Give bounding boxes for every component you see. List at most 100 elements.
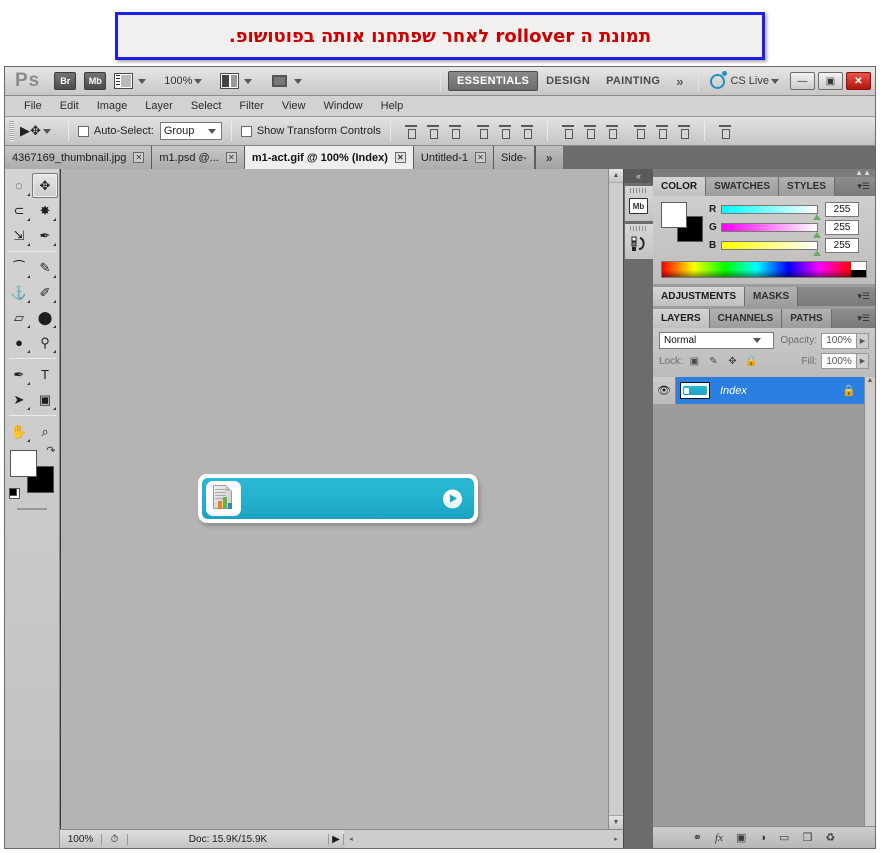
distribute-left-edges-icon[interactable]: [632, 123, 648, 139]
cs-live-button[interactable]: CS Live: [710, 70, 787, 89]
hand-tool[interactable]: ✋: [6, 419, 32, 444]
lock-image-pixels-icon[interactable]: ✎: [706, 354, 721, 369]
show-transform-controls-checkbox[interactable]: [240, 125, 252, 137]
magic-wand-tool[interactable]: ✸: [32, 198, 58, 223]
dock-grip[interactable]: [629, 188, 648, 193]
tab-color[interactable]: COLOR: [653, 177, 707, 196]
menu-edit[interactable]: Edit: [51, 100, 88, 112]
new-layer-icon[interactable]: ❐: [802, 831, 812, 844]
lock-transparent-pixels-icon[interactable]: ▣: [687, 354, 702, 369]
tab-styles[interactable]: STYLES: [779, 177, 835, 196]
marquee-tool[interactable]: ◌: [6, 173, 32, 198]
red-value[interactable]: 255: [825, 202, 859, 217]
opacity-value[interactable]: 100%: [821, 332, 857, 349]
clone-stamp-tool[interactable]: ⚓: [6, 280, 32, 305]
tab-layers[interactable]: LAYERS: [653, 309, 710, 328]
panel-dock-grip[interactable]: ▲▲: [653, 169, 875, 177]
view-extras-group[interactable]: [114, 73, 154, 89]
fill-stepper[interactable]: ▶: [857, 353, 869, 369]
red-slider[interactable]: [721, 205, 821, 220]
eraser-tool[interactable]: ▱: [6, 305, 32, 330]
scroll-left-arrow-icon[interactable]: ◂: [344, 835, 358, 843]
panel-menu-icon[interactable]: ▾☰: [852, 287, 875, 306]
distribute-top-edges-icon[interactable]: [560, 123, 576, 139]
canvas-vertical-scrollbar[interactable]: ▲ ▼: [608, 169, 623, 829]
type-tool[interactable]: T: [32, 362, 58, 387]
document-tab-overflow-icon[interactable]: »: [534, 146, 563, 169]
layer-style-icon[interactable]: fx: [715, 832, 723, 844]
tab-masks[interactable]: MASKS: [745, 287, 799, 306]
close-icon[interactable]: ✕: [225, 152, 237, 163]
menu-file[interactable]: File: [15, 100, 51, 112]
document-tab-m1-psd[interactable]: m1.psd @... ✕: [152, 146, 245, 169]
menu-select[interactable]: Select: [182, 100, 231, 112]
chevron-down-icon[interactable]: [244, 78, 253, 84]
scroll-track[interactable]: [609, 183, 623, 815]
distribute-vertical-centers-icon[interactable]: [582, 123, 598, 139]
collapse-dock-icon[interactable]: «: [624, 169, 653, 183]
options-bar-grip[interactable]: [9, 121, 14, 141]
canvas-horizontal-scrollbar[interactable]: ◂ ▸: [344, 830, 623, 848]
panel-foreground-color-swatch[interactable]: [661, 202, 687, 228]
document-tab-m1-act-gif[interactable]: m1-act.gif @ 100% (Index) ✕: [244, 146, 414, 169]
blend-mode-dropdown[interactable]: Normal: [659, 332, 775, 349]
green-value[interactable]: 255: [825, 220, 859, 235]
auto-align-layers-icon[interactable]: [717, 123, 733, 139]
chevron-down-icon[interactable]: [138, 78, 147, 84]
align-horizontal-centers-icon[interactable]: [497, 123, 513, 139]
auto-select-target-dropdown[interactable]: Group: [159, 122, 222, 140]
menu-view[interactable]: View: [273, 100, 315, 112]
move-tool-icon[interactable]: ▶✥: [20, 123, 59, 139]
swap-colors-icon[interactable]: ↷: [46, 444, 55, 457]
lock-position-icon[interactable]: ✥: [725, 354, 740, 369]
lasso-tool[interactable]: ⊂: [6, 198, 32, 223]
minimize-button[interactable]: —: [790, 72, 815, 90]
align-top-edges-icon[interactable]: [403, 123, 419, 139]
pen-tool[interactable]: ✒: [6, 362, 32, 387]
close-icon[interactable]: ✕: [394, 152, 406, 163]
zoom-level-group[interactable]: 100%: [164, 75, 210, 87]
delete-layer-icon[interactable]: ♻: [825, 831, 835, 844]
zoom-tool[interactable]: ⌕: [32, 419, 58, 444]
chevron-down-icon[interactable]: [194, 78, 203, 84]
fill-value[interactable]: 100%: [821, 353, 857, 369]
scroll-down-arrow-icon[interactable]: ▼: [609, 815, 623, 829]
align-left-edges-icon[interactable]: [475, 123, 491, 139]
chevron-down-icon[interactable]: [42, 128, 51, 134]
restore-button[interactable]: ▣: [818, 72, 843, 90]
menu-image[interactable]: Image: [88, 100, 137, 112]
tab-paths[interactable]: PATHS: [782, 309, 832, 328]
crop-tool[interactable]: ⇲: [6, 223, 32, 248]
screen-mode-group[interactable]: [270, 73, 310, 89]
link-layers-icon[interactable]: ⚭: [693, 831, 702, 844]
chevron-down-icon[interactable]: [771, 78, 779, 84]
distribute-horizontal-centers-icon[interactable]: [654, 123, 670, 139]
status-menu-arrow-icon[interactable]: ▶: [328, 833, 344, 845]
distribute-bottom-edges-icon[interactable]: [604, 123, 620, 139]
spot-healing-brush-tool[interactable]: ⁀: [6, 255, 32, 280]
lock-all-icon[interactable]: 🔒: [744, 354, 759, 369]
tab-swatches[interactable]: SWATCHES: [706, 177, 780, 196]
menu-window[interactable]: Window: [315, 100, 372, 112]
layer-list-scrollbar[interactable]: ▲: [864, 377, 875, 826]
align-vertical-centers-icon[interactable]: [425, 123, 441, 139]
table-row[interactable]: 👁 Index 🔒: [653, 377, 864, 404]
blur-tool[interactable]: ●: [6, 330, 32, 355]
arrange-documents-group[interactable]: [220, 73, 260, 89]
scroll-track[interactable]: [358, 830, 609, 848]
color-ramp[interactable]: [661, 261, 867, 278]
chevron-down-icon[interactable]: [294, 78, 303, 84]
history-brush-tool[interactable]: ✐: [32, 280, 58, 305]
workspace-design[interactable]: DESIGN: [538, 71, 598, 91]
document-tab-side[interactable]: Side-: [493, 146, 535, 169]
panel-menu-icon[interactable]: ▾☰: [852, 309, 875, 328]
tab-adjustments[interactable]: ADJUSTMENTS: [653, 287, 746, 306]
rollover-button-artwork[interactable]: [198, 474, 478, 523]
align-right-edges-icon[interactable]: [519, 123, 535, 139]
dodge-tool[interactable]: ⚲: [32, 330, 58, 355]
new-group-icon[interactable]: ▭: [779, 831, 789, 844]
mini-bridge-dock-icon[interactable]: Mb: [628, 195, 650, 217]
blue-slider[interactable]: [721, 241, 821, 256]
green-slider[interactable]: [721, 223, 821, 238]
new-fill-adjustment-icon[interactable]: ◑: [759, 832, 766, 844]
